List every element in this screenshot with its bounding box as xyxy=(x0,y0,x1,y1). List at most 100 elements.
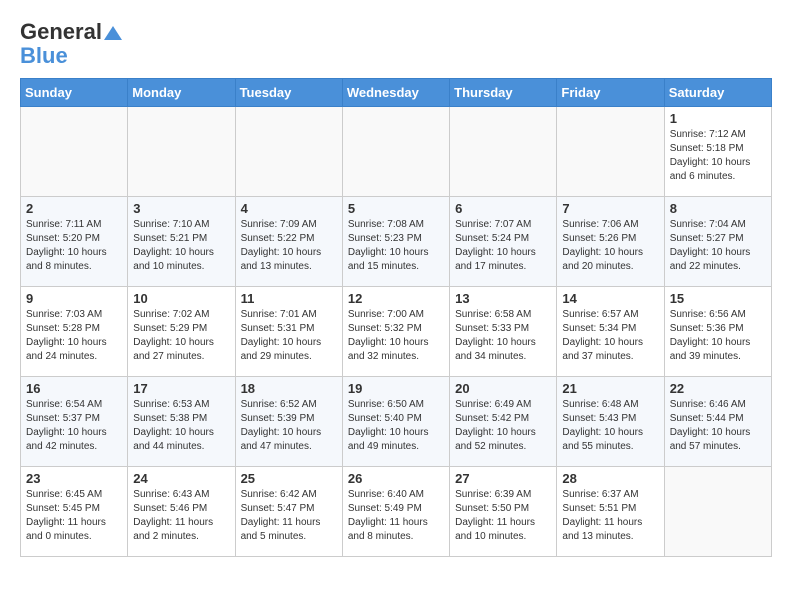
calendar-cell: 4 Sunrise: 7:09 AM Sunset: 5:22 PM Daylig… xyxy=(235,197,342,287)
day-info: Sunrise: 7:11 AM Sunset: 5:20 PM Dayligh… xyxy=(26,218,122,274)
day-info: Sunrise: 7:00 AM Sunset: 5:32 PM Dayligh… xyxy=(348,308,444,364)
calendar-cell: 6 Sunrise: 7:07 AM Sunset: 5:24 PM Daylig… xyxy=(450,197,557,287)
day-info: Sunrise: 7:10 AM Sunset: 5:21 PM Dayligh… xyxy=(133,218,229,274)
calendar-cell: 17 Sunrise: 6:53 AM Sunset: 5:38 PM Dayli… xyxy=(128,377,235,467)
day-number: 14 xyxy=(562,291,658,306)
calendar-cell xyxy=(664,467,771,557)
calendar-cell: 12 Sunrise: 7:00 AM Sunset: 5:32 PM Dayli… xyxy=(342,287,449,377)
day-number: 24 xyxy=(133,471,229,486)
calendar-cell: 24 Sunrise: 6:43 AM Sunset: 5:46 PM Dayli… xyxy=(128,467,235,557)
day-info: Sunrise: 6:43 AM Sunset: 5:46 PM Dayligh… xyxy=(133,488,229,544)
day-info: Sunrise: 7:09 AM Sunset: 5:22 PM Dayligh… xyxy=(241,218,337,274)
day-number: 22 xyxy=(670,381,766,396)
day-info: Sunrise: 6:49 AM Sunset: 5:42 PM Dayligh… xyxy=(455,398,551,454)
day-number: 16 xyxy=(26,381,122,396)
day-info: Sunrise: 6:39 AM Sunset: 5:50 PM Dayligh… xyxy=(455,488,551,544)
day-number: 12 xyxy=(348,291,444,306)
calendar-cell xyxy=(21,107,128,197)
calendar-cell: 9 Sunrise: 7:03 AM Sunset: 5:28 PM Daylig… xyxy=(21,287,128,377)
logo-text: General xyxy=(20,20,122,44)
day-info: Sunrise: 6:37 AM Sunset: 5:51 PM Dayligh… xyxy=(562,488,658,544)
day-number: 21 xyxy=(562,381,658,396)
calendar-cell xyxy=(128,107,235,197)
calendar-cell: 25 Sunrise: 6:42 AM Sunset: 5:47 PM Dayli… xyxy=(235,467,342,557)
col-header-wednesday: Wednesday xyxy=(342,79,449,107)
col-header-thursday: Thursday xyxy=(450,79,557,107)
day-number: 25 xyxy=(241,471,337,486)
calendar-cell: 1 Sunrise: 7:12 AM Sunset: 5:18 PM Daylig… xyxy=(664,107,771,197)
calendar-cell: 23 Sunrise: 6:45 AM Sunset: 5:45 PM Dayli… xyxy=(21,467,128,557)
day-number: 5 xyxy=(348,201,444,216)
calendar-cell xyxy=(235,107,342,197)
calendar-table: SundayMondayTuesdayWednesdayThursdayFrid… xyxy=(20,78,772,557)
col-header-saturday: Saturday xyxy=(664,79,771,107)
calendar-cell: 27 Sunrise: 6:39 AM Sunset: 5:50 PM Dayli… xyxy=(450,467,557,557)
calendar-cell: 13 Sunrise: 6:58 AM Sunset: 5:33 PM Dayli… xyxy=(450,287,557,377)
calendar-cell: 5 Sunrise: 7:08 AM Sunset: 5:23 PM Daylig… xyxy=(342,197,449,287)
day-info: Sunrise: 7:04 AM Sunset: 5:27 PM Dayligh… xyxy=(670,218,766,274)
logo: General Blue xyxy=(20,20,122,68)
day-number: 26 xyxy=(348,471,444,486)
day-info: Sunrise: 7:02 AM Sunset: 5:29 PM Dayligh… xyxy=(133,308,229,364)
col-header-friday: Friday xyxy=(557,79,664,107)
day-info: Sunrise: 6:48 AM Sunset: 5:43 PM Dayligh… xyxy=(562,398,658,454)
col-header-tuesday: Tuesday xyxy=(235,79,342,107)
calendar-cell: 21 Sunrise: 6:48 AM Sunset: 5:43 PM Dayli… xyxy=(557,377,664,467)
day-number: 13 xyxy=(455,291,551,306)
day-info: Sunrise: 7:12 AM Sunset: 5:18 PM Dayligh… xyxy=(670,128,766,184)
day-number: 17 xyxy=(133,381,229,396)
day-info: Sunrise: 6:46 AM Sunset: 5:44 PM Dayligh… xyxy=(670,398,766,454)
day-info: Sunrise: 7:03 AM Sunset: 5:28 PM Dayligh… xyxy=(26,308,122,364)
day-info: Sunrise: 6:42 AM Sunset: 5:47 PM Dayligh… xyxy=(241,488,337,544)
day-info: Sunrise: 6:52 AM Sunset: 5:39 PM Dayligh… xyxy=(241,398,337,454)
day-number: 3 xyxy=(133,201,229,216)
calendar-cell: 10 Sunrise: 7:02 AM Sunset: 5:29 PM Dayli… xyxy=(128,287,235,377)
day-number: 23 xyxy=(26,471,122,486)
day-info: Sunrise: 6:40 AM Sunset: 5:49 PM Dayligh… xyxy=(348,488,444,544)
calendar-cell: 8 Sunrise: 7:04 AM Sunset: 5:27 PM Daylig… xyxy=(664,197,771,287)
day-number: 27 xyxy=(455,471,551,486)
day-info: Sunrise: 6:57 AM Sunset: 5:34 PM Dayligh… xyxy=(562,308,658,364)
day-info: Sunrise: 6:53 AM Sunset: 5:38 PM Dayligh… xyxy=(133,398,229,454)
logo-blue: Blue xyxy=(20,44,122,68)
day-number: 19 xyxy=(348,381,444,396)
calendar-cell: 16 Sunrise: 6:54 AM Sunset: 5:37 PM Dayli… xyxy=(21,377,128,467)
calendar-cell: 20 Sunrise: 6:49 AM Sunset: 5:42 PM Dayli… xyxy=(450,377,557,467)
calendar-cell: 19 Sunrise: 6:50 AM Sunset: 5:40 PM Dayli… xyxy=(342,377,449,467)
day-number: 11 xyxy=(241,291,337,306)
day-number: 20 xyxy=(455,381,551,396)
calendar-cell: 7 Sunrise: 7:06 AM Sunset: 5:26 PM Daylig… xyxy=(557,197,664,287)
day-number: 10 xyxy=(133,291,229,306)
day-info: Sunrise: 6:58 AM Sunset: 5:33 PM Dayligh… xyxy=(455,308,551,364)
calendar-cell xyxy=(557,107,664,197)
header: General Blue xyxy=(20,20,772,68)
day-number: 18 xyxy=(241,381,337,396)
calendar-cell: 22 Sunrise: 6:46 AM Sunset: 5:44 PM Dayli… xyxy=(664,377,771,467)
day-number: 4 xyxy=(241,201,337,216)
day-number: 15 xyxy=(670,291,766,306)
calendar-cell: 18 Sunrise: 6:52 AM Sunset: 5:39 PM Dayli… xyxy=(235,377,342,467)
day-number: 9 xyxy=(26,291,122,306)
day-number: 28 xyxy=(562,471,658,486)
day-info: Sunrise: 6:50 AM Sunset: 5:40 PM Dayligh… xyxy=(348,398,444,454)
calendar-cell: 15 Sunrise: 6:56 AM Sunset: 5:36 PM Dayli… xyxy=(664,287,771,377)
day-number: 6 xyxy=(455,201,551,216)
day-info: Sunrise: 7:07 AM Sunset: 5:24 PM Dayligh… xyxy=(455,218,551,274)
day-number: 1 xyxy=(670,111,766,126)
calendar-cell xyxy=(342,107,449,197)
calendar-cell: 14 Sunrise: 6:57 AM Sunset: 5:34 PM Dayli… xyxy=(557,287,664,377)
day-info: Sunrise: 6:54 AM Sunset: 5:37 PM Dayligh… xyxy=(26,398,122,454)
calendar-cell: 11 Sunrise: 7:01 AM Sunset: 5:31 PM Dayli… xyxy=(235,287,342,377)
day-number: 7 xyxy=(562,201,658,216)
calendar-cell xyxy=(450,107,557,197)
day-info: Sunrise: 6:45 AM Sunset: 5:45 PM Dayligh… xyxy=(26,488,122,544)
day-number: 8 xyxy=(670,201,766,216)
day-info: Sunrise: 6:56 AM Sunset: 5:36 PM Dayligh… xyxy=(670,308,766,364)
col-header-sunday: Sunday xyxy=(21,79,128,107)
day-info: Sunrise: 7:06 AM Sunset: 5:26 PM Dayligh… xyxy=(562,218,658,274)
day-info: Sunrise: 7:08 AM Sunset: 5:23 PM Dayligh… xyxy=(348,218,444,274)
col-header-monday: Monday xyxy=(128,79,235,107)
calendar-cell: 26 Sunrise: 6:40 AM Sunset: 5:49 PM Dayli… xyxy=(342,467,449,557)
day-info: Sunrise: 7:01 AM Sunset: 5:31 PM Dayligh… xyxy=(241,308,337,364)
calendar-cell: 3 Sunrise: 7:10 AM Sunset: 5:21 PM Daylig… xyxy=(128,197,235,287)
